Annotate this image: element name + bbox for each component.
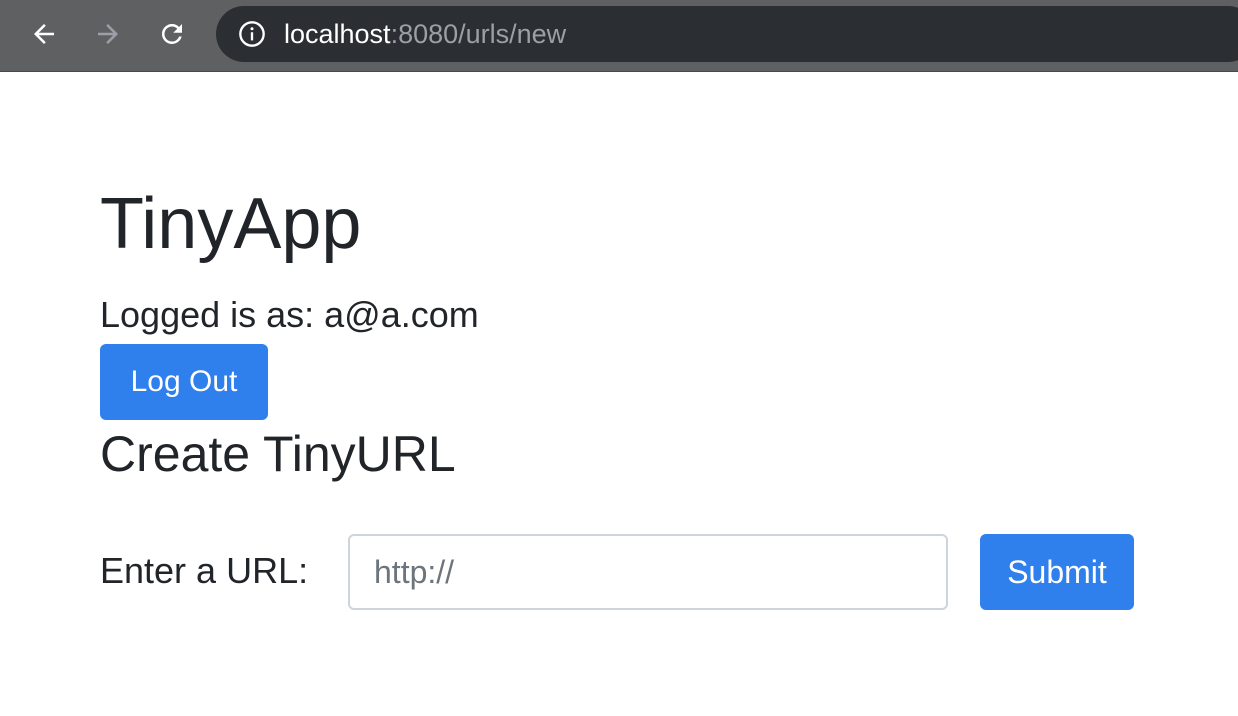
forward-button[interactable]: [88, 14, 128, 54]
arrow-right-icon: [98, 24, 118, 44]
arrow-left-icon: [34, 24, 54, 44]
logout-button[interactable]: Log Out: [100, 344, 268, 420]
reload-button[interactable]: [152, 14, 192, 54]
url-field-label: Enter a URL:: [100, 550, 309, 591]
info-icon[interactable]: [238, 20, 266, 48]
logged-in-status: Logged is as: a@a.com: [100, 294, 479, 335]
url-input[interactable]: [348, 534, 948, 610]
browser-toolbar: localhost:8080/urls/new: [0, 0, 1238, 72]
url-host: localhost: [284, 19, 391, 49]
reload-icon: [161, 23, 182, 44]
page-title: TinyApp: [100, 184, 362, 264]
url-path: :8080/urls/new: [390, 19, 567, 49]
address-bar[interactable]: localhost:8080/urls/new: [216, 6, 1238, 62]
section-title: Create TinyURL: [100, 426, 456, 482]
back-button[interactable]: [24, 14, 64, 54]
url-text[interactable]: localhost:8080/urls/new: [284, 6, 566, 62]
submit-button[interactable]: Submit: [980, 534, 1134, 610]
